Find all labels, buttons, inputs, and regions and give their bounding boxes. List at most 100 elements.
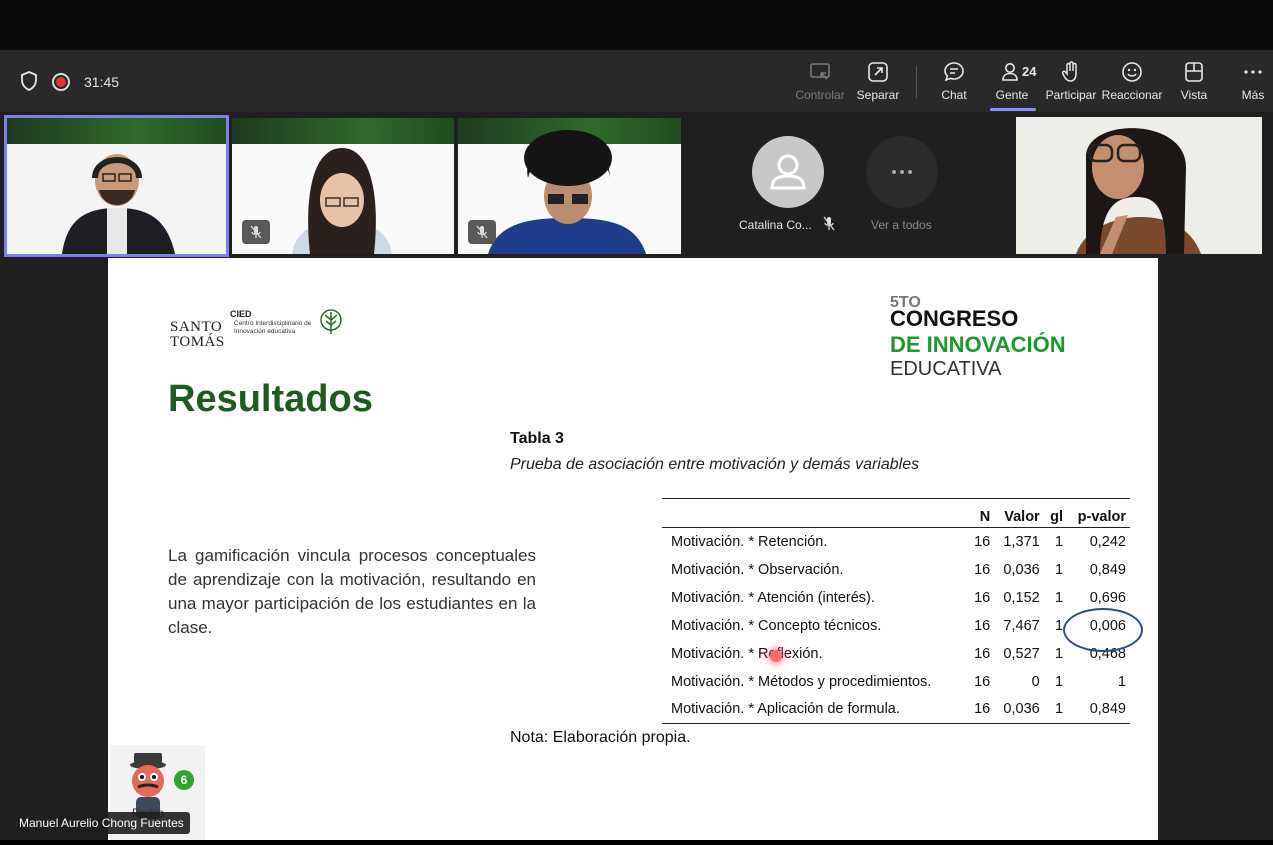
table-cell: Motivación. * Retención.	[671, 533, 828, 550]
table-cell: 0	[1031, 673, 1040, 690]
table-row: Motivación. * Observación. 16 0,036 1 0,849	[662, 556, 1130, 584]
view-label: Vista	[1180, 88, 1208, 102]
recording-icon	[52, 73, 70, 91]
video-tile-participant-3[interactable]	[458, 118, 681, 254]
view-all-button[interactable]	[866, 136, 938, 208]
table-cell: Motivación. * Aplicación de formula.	[662, 695, 968, 724]
table-cell: 1	[1117, 673, 1126, 690]
table-row: Motivación. * Retención. 16 1,371 1 0,242	[662, 528, 1130, 556]
people-icon	[1002, 63, 1018, 81]
meeting-status: 31:45	[20, 70, 119, 94]
table-cell: 1	[1054, 673, 1064, 690]
table-cell: 16	[974, 673, 991, 690]
shared-slide: SANTO TOMÁS CIED Centro Interdisciplinar…	[108, 258, 1158, 840]
table-cell: 1,371	[1003, 533, 1040, 550]
muted-mic-icon	[822, 216, 836, 237]
table-cell: 7,467	[1003, 617, 1040, 634]
table-cell: 1	[1054, 589, 1064, 606]
table-cell: 0,849	[1089, 561, 1126, 578]
self-video-tile[interactable]	[1016, 117, 1262, 254]
person-icon	[770, 154, 806, 190]
table-caption-block: Tabla 3 Prueba de asociación entre motiv…	[510, 430, 919, 474]
table-cell: Motivación. * Concepto técnicos.	[671, 617, 882, 634]
layout-icon	[1185, 62, 1203, 82]
table-cell: 0,242	[1089, 533, 1126, 550]
table-cell: 16	[974, 533, 991, 550]
screen-control-icon	[810, 63, 830, 80]
people-count: 24	[1022, 64, 1037, 79]
table-cell: 16	[974, 589, 991, 606]
table-cell: Motivación. * Métodos y procedimientos.	[671, 673, 932, 690]
congreso-logo: 5TO CONGRESO DE INNOVACIÓN EDUCATIVA	[890, 294, 1066, 380]
table-cell: Motivación. * Reflexión.	[671, 645, 823, 662]
participant-video	[7, 144, 226, 254]
chat-button[interactable]: Chat	[924, 60, 984, 108]
chat-icon	[944, 62, 964, 82]
react-label: Reaccionar	[1101, 88, 1163, 102]
video-tile-speaker[interactable]	[4, 115, 229, 257]
toolbar-divider	[916, 66, 917, 98]
table-label: Tabla 3	[510, 430, 564, 447]
table-cell: 16	[967, 695, 995, 724]
speaker-name-badge: Manuel Aurelio Chong Fuentes	[13, 812, 190, 834]
raise-hand-icon	[1061, 61, 1077, 82]
table-header-cell	[662, 498, 968, 528]
participant-video	[1016, 117, 1262, 254]
more-button[interactable]: Más	[1223, 60, 1273, 108]
more-label: Más	[1241, 88, 1265, 102]
react-button[interactable]: Reaccionar	[1102, 60, 1162, 108]
video-tile-participant-2[interactable]	[232, 118, 454, 254]
chat-label: Chat	[941, 88, 967, 102]
table-cell: Motivación. * Observación.	[671, 561, 844, 578]
view-all-label: Ver a todos	[871, 218, 932, 232]
slide-paragraph: La gamificación vincula procesos concept…	[168, 546, 536, 637]
participant-avatar[interactable]	[752, 136, 824, 208]
meeting-timer: 31:45	[84, 74, 120, 90]
people-label: Gente	[995, 88, 1029, 102]
more-icon	[1244, 70, 1262, 74]
people-active-indicator	[990, 108, 1036, 111]
control-button[interactable]: Controlar	[790, 60, 850, 108]
table-header-cell: Valor	[994, 498, 1044, 528]
table-note: Nota: Elaboración propia.	[510, 729, 691, 746]
raise-hand-button[interactable]: Participar	[1041, 60, 1101, 108]
cied-logo: SANTO TOMÁS CIED Centro Interdisciplinar…	[170, 306, 350, 350]
table-header-cell: gl	[1043, 498, 1068, 528]
table-cell: 0,849	[1067, 695, 1130, 724]
participant-name: Catalina Co...	[739, 218, 812, 232]
results-table: N Valor gl p-valor Motivación. * Retención.…	[662, 498, 1130, 724]
table-row: Motivación. * Concepto técnicos. 16 7,467 1…	[662, 612, 1130, 640]
table-caption: Prueba de asociación entre motivación y …	[510, 456, 920, 473]
table-cell: 1	[1043, 695, 1068, 724]
shield-icon	[20, 70, 38, 94]
table-row: Motivación. * Métodos y procedimientos. 1…	[662, 668, 1130, 696]
popout-label: Separar	[856, 88, 900, 102]
people-button[interactable]: 24 Gente	[982, 60, 1042, 108]
table-cell: 0,527	[1003, 645, 1040, 662]
slide-title: Resultados	[168, 378, 373, 420]
table-row: Motivación. * Reflexión. 16 0,527 1 0,468	[662, 640, 1130, 668]
reaction-count-badge: 6	[174, 770, 194, 790]
smiley-icon	[1122, 62, 1142, 82]
pop-out-icon	[868, 62, 888, 82]
table-row: Motivación. * Aplicación de formula. 16 0,…	[662, 695, 1130, 724]
laser-pointer	[770, 650, 782, 662]
muted-mic-icon	[468, 220, 496, 244]
table-header-cell: N	[967, 498, 995, 528]
muted-mic-icon	[242, 220, 270, 244]
control-label: Controlar	[795, 88, 845, 102]
popout-button[interactable]: Separar	[848, 60, 908, 108]
raise-hand-label: Participar	[1045, 88, 1097, 102]
view-button[interactable]: Vista	[1164, 60, 1224, 108]
table-cell: 1	[1054, 645, 1064, 662]
table-cell: 0,152	[1003, 589, 1040, 606]
table-cell: 16	[974, 645, 991, 662]
table-cell: 1	[1054, 533, 1064, 550]
table-cell: 16	[974, 561, 991, 578]
more-icon	[892, 170, 912, 174]
table-cell: 1	[1054, 561, 1064, 578]
table-row: Motivación. * Atención (interés). 16 0,152…	[662, 584, 1130, 612]
table-header-cell: p-valor	[1067, 498, 1130, 528]
table-cell: Motivación. * Atención (interés).	[671, 589, 875, 606]
annotation-circle	[1063, 608, 1143, 652]
